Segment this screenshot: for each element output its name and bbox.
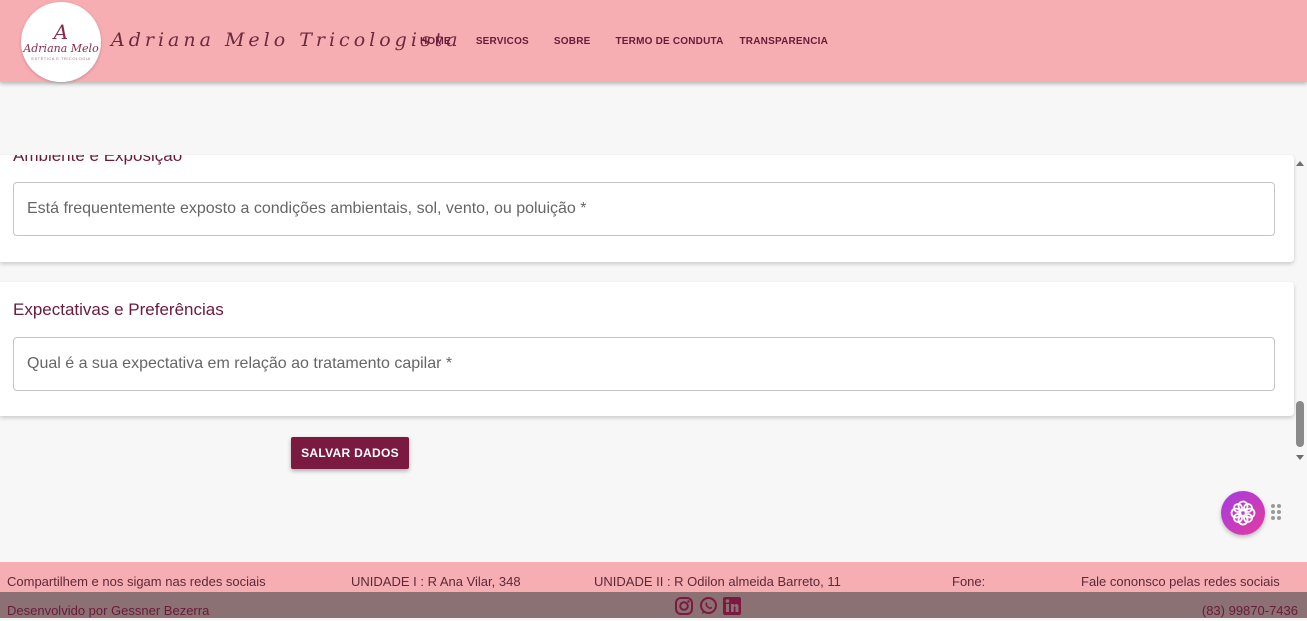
footer-contact-text: Fale cononsco pelas redes sociais: [1081, 574, 1280, 589]
scroll-up-arrow-icon[interactable]: [1296, 161, 1304, 166]
logo-mark: A: [53, 19, 69, 44]
footer-phone-label: Fone:: [952, 574, 986, 589]
footer-phone-number[interactable]: (83) 99870-7436: [1202, 603, 1298, 618]
scrollbar[interactable]: [1294, 155, 1307, 467]
section-title: Expectativas e Preferências: [13, 300, 224, 319]
logo-subtitle: ESTÉTICA E TRICOLOGIA: [31, 55, 91, 61]
nav-home[interactable]: HOME: [420, 36, 451, 47]
section-expectativas-preferencias: Expectativas e Preferências Qual é a sua…: [0, 282, 1294, 416]
accessibility-widget-button[interactable]: [1221, 491, 1265, 535]
footer-bottom-bar: Desenvolvido por Gessner Bezerra (83) 99…: [0, 592, 1307, 618]
nav-servicos[interactable]: SERVICOS: [476, 36, 529, 47]
linkedin-icon[interactable]: [722, 596, 744, 616]
instagram-icon[interactable]: [674, 596, 696, 616]
developer-credit: Desenvolvido por Gessner Bezerra: [7, 603, 210, 618]
main-nav: HOME SERVICOS SOBRE TERMO DE CONDUTA TRA…: [420, 36, 853, 47]
nav-sobre[interactable]: SOBRE: [554, 36, 591, 47]
logo-name: Adriana Melo: [23, 41, 99, 55]
drag-handle-icon[interactable]: [1270, 503, 1282, 521]
nav-transparencia[interactable]: TRANSPARENCIA: [740, 36, 829, 47]
scroll-down-arrow-icon[interactable]: [1296, 455, 1304, 460]
field-label: Qual é a sua expectativa em relação ao t…: [27, 355, 453, 372]
whatsapp-icon[interactable]: [698, 596, 720, 616]
footer-info-bar: Compartilhem e nos sigam nas redes socia…: [0, 562, 1307, 592]
section-title: Ambiente e Exposição: [13, 155, 183, 165]
footer-share-text: Compartilhem e nos sigam nas redes socia…: [7, 574, 266, 589]
social-links: [674, 596, 746, 616]
nav-termo-de-conduta[interactable]: TERMO DE CONDUTA: [615, 36, 723, 47]
treatment-expectation-input[interactable]: Qual é a sua expectativa em relação ao t…: [13, 337, 1275, 391]
site-header: A Adriana Melo ESTÉTICA E TRICOLOGIA Adr…: [0, 0, 1307, 82]
footer-unit-1: UNIDADE I : R Ana Vilar, 348: [351, 574, 521, 589]
logo[interactable]: A Adriana Melo ESTÉTICA E TRICOLOGIA: [21, 2, 101, 82]
footer-unit-2: UNIDADE II : R Odilon almeida Barreto, 1…: [594, 574, 841, 589]
section-ambiente-exposicao: Ambiente e Exposição Está frequentemente…: [0, 155, 1294, 262]
environment-exposure-input[interactable]: Está frequentemente exposto a condições …: [13, 182, 1275, 236]
save-data-button[interactable]: SALVAR DADOS: [291, 437, 409, 469]
scroll-thumb[interactable]: [1296, 401, 1304, 447]
field-label: Está frequentemente exposto a condições …: [27, 200, 587, 217]
flower-icon: [1230, 500, 1256, 526]
brand-title: Adriana Melo Tricologista: [111, 29, 462, 51]
